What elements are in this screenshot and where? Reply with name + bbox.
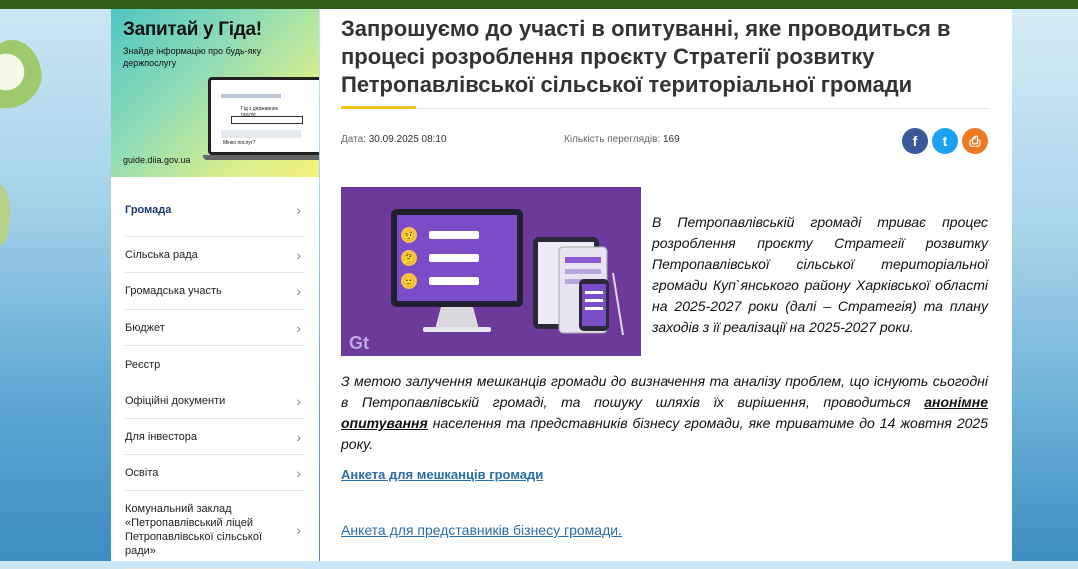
emoji-3: 🙂 [403, 276, 415, 288]
chevron-right-icon: › [296, 283, 301, 299]
hero-logo: Gt [349, 333, 369, 353]
sidebar-item-label: Громадська участь [125, 285, 222, 297]
title-divider [416, 108, 988, 109]
article-paragraph-2: З метою залучення мешканців громади до в… [341, 371, 988, 455]
sidebar-item[interactable]: Офіційні документи › [125, 383, 305, 419]
sidebar-item-label: Громада [125, 204, 172, 216]
sidebar-item-label: Сільська рада [125, 248, 198, 261]
survey-illustration-graphic: 🤨 🤔 🙂 Gt [341, 187, 641, 356]
survey-illustration: 🤨 🤔 🙂 Gt [341, 187, 641, 356]
sidebar-item[interactable]: Для інвестора › [125, 419, 305, 455]
top-bar [0, 0, 1078, 9]
sidebar-item[interactable]: Освіта › [125, 455, 305, 491]
twitter-share-button[interactable]: t [932, 128, 958, 154]
sidebar: Запитай у Гіда! Знайде інформацію про бу… [111, 9, 319, 569]
article-views: Кількість переглядів: 169 [564, 134, 680, 145]
emoji-1: 🤨 [403, 230, 415, 242]
banner-subtitle: Знайде інформацію про будь-яку держпослу… [123, 46, 262, 68]
chevron-right-icon: › [296, 464, 301, 481]
business-survey-link[interactable]: Анкета для представників бізнесу громади… [341, 522, 622, 538]
sidebar-item[interactable]: Бюджет › [125, 310, 305, 346]
sidebar-item[interactable]: Громадська участь › [125, 273, 305, 310]
sidebar-item-label: Бюджет [125, 321, 165, 334]
chevron-right-icon: › [296, 392, 301, 409]
decorative-flower [0, 40, 42, 120]
sidebar-item[interactable]: Сільська рада › [125, 237, 305, 273]
facebook-icon: f [912, 133, 918, 149]
laptop-screen-field: Мінко послуг? [223, 140, 256, 146]
sidebar-item-label: Освіта [125, 466, 159, 479]
sidebar-item-label: Комунальний заклад «Петропавлівський ліц… [125, 502, 263, 557]
print-button[interactable]: ⎙ [962, 128, 988, 154]
paragraph-2-text-start: З метою залучення мешканців громади до в… [341, 373, 988, 410]
print-icon: ⎙ [969, 133, 981, 149]
decorative-leaf [0, 185, 10, 245]
chevron-right-icon: › [296, 428, 301, 445]
views-label: Кількість переглядів: [564, 134, 661, 145]
twitter-icon: t [942, 133, 948, 149]
sidebar-item-label: Офіційні документи [125, 394, 226, 407]
banner-title: Запитай у Гіда! [123, 19, 262, 40]
article-paragraph-1: В Петропавлівській громаді триває процес… [652, 214, 988, 335]
date-value: 30.09.2025 08:10 [368, 134, 447, 145]
chevron-right-icon: › [296, 319, 301, 336]
views-value: 169 [662, 134, 680, 145]
residents-survey-link[interactable]: Анкета для мешканців громади [341, 467, 543, 482]
article-title: Запрошуємо до участі в опитуванні, яке п… [341, 16, 951, 97]
sidebar-item[interactable]: Комунальний заклад «Петропавлівський ліц… [125, 491, 305, 569]
banner-url: guide.diia.gov.ua [123, 155, 191, 165]
sidebar-item-label: Реєстр [125, 358, 161, 371]
title-accent-line [341, 106, 416, 109]
right-background [1012, 9, 1078, 561]
diia-guide-banner[interactable]: Запитай у Гіда! Знайде інформацію про бу… [111, 9, 319, 177]
chevron-right-icon: › [296, 246, 301, 263]
date-label: Дата: [341, 134, 366, 145]
article-content: Запрошуємо до участі в опитуванні, яке п… [320, 9, 1012, 561]
sidebar-menu: Громада › Сільська рада › Громадська участь ›… [125, 184, 305, 569]
article-date: Дата: 30.09.2025 08:10 [341, 134, 447, 145]
facebook-share-button[interactable]: f [902, 128, 928, 154]
sidebar-item[interactable]: Громада › [125, 184, 305, 237]
chevron-right-icon: › [296, 521, 301, 538]
chevron-right-icon: › [296, 202, 301, 218]
laptop-illustration: Гід з державних послуг Мінко послуг? [208, 77, 319, 155]
sidebar-item[interactable]: Реєстр [125, 346, 305, 383]
laptop-base [203, 155, 319, 160]
emoji-2: 🤔 [403, 253, 415, 265]
sidebar-item-label: Для інвестора [125, 430, 198, 443]
paragraph-2-text-end: населення та представників бізнесу грома… [341, 415, 988, 452]
